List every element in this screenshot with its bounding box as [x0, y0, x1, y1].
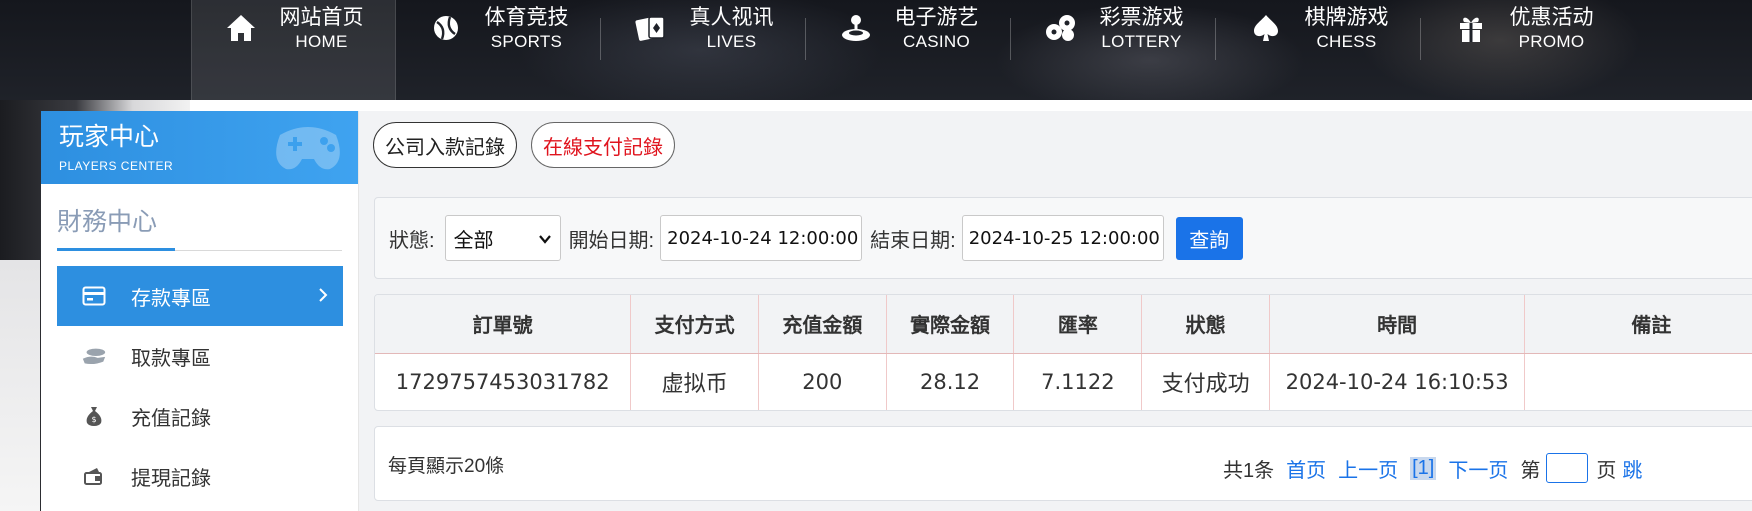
main-content: 公司入款記錄 在線支付記錄 狀態: 全部 開始日期: 2024-10-24 12… — [359, 111, 1752, 511]
cell-recharge-amount: 200 — [758, 353, 887, 410]
nav-chess-sublabel: CHESS — [1316, 31, 1377, 51]
col-exchange-rate: 匯率 — [1013, 295, 1143, 354]
wallet-icon — [81, 463, 107, 489]
start-date-label: 開始日期: — [568, 229, 655, 252]
nav-lives-label: 真人视讯 — [689, 5, 774, 29]
menu-item-withdraw-records-label: 提現記錄 — [131, 467, 211, 490]
chevron-right-icon — [317, 285, 329, 311]
main-nav: 网站首页 HOME 体育竞技 SPORTS 真人视讯 LIVES 电子游艺 CA… — [191, 0, 1626, 100]
nav-sports[interactable]: 体育竞技 SPORTS — [396, 0, 601, 100]
col-order-no: 訂單號 — [375, 295, 632, 354]
home-icon — [224, 11, 258, 45]
coins-icon — [81, 343, 107, 369]
col-status: 狀態 — [1141, 295, 1270, 354]
svg-text:$: $ — [91, 415, 96, 424]
current-page: [1] — [1410, 456, 1437, 480]
total-count: 共1条 — [1223, 459, 1275, 482]
prev-page-link[interactable]: 上一页 — [1338, 454, 1398, 483]
per-page-text: 每頁顯示20條 — [388, 456, 505, 477]
nav-lottery[interactable]: 彩票游戏 LOTTERY — [1011, 0, 1216, 100]
joystick-icon — [839, 11, 873, 45]
menu-item-withdraw-records[interactable]: 提現記錄 — [57, 446, 343, 506]
cell-exchange-rate: 7.1122 — [1013, 353, 1143, 410]
end-date-label: 結束日期: — [870, 229, 956, 252]
nav-home[interactable]: 网站首页 HOME — [191, 0, 396, 100]
finance-center-title: 財務中心 — [57, 202, 342, 251]
menu-item-recharge-records[interactable]: $ 充值記錄 — [57, 386, 343, 446]
money-bag-icon: $ — [81, 403, 107, 429]
cell-payment-method: 虚拟币 — [630, 353, 759, 410]
status-label: 狀態: — [389, 229, 435, 252]
nav-promo-sublabel: PROMO — [1518, 31, 1585, 51]
nav-lottery-sublabel: LOTTERY — [1101, 31, 1182, 51]
cell-time: 2024-10-24 16:10:53 — [1269, 353, 1526, 410]
status-select[interactable]: 全部 — [444, 215, 561, 261]
nav-sports-sublabel: SPORTS — [490, 31, 563, 51]
nav-chess-label: 棋牌游戏 — [1304, 5, 1389, 29]
pagination-bar: 每頁顯示20條 共1条 首页 上一页 [1] 下一页 第 页 跳 — [374, 426, 1752, 501]
lottery-balls-icon — [1044, 11, 1078, 45]
nav-promo[interactable]: 优惠活动 PROMO — [1421, 0, 1626, 100]
nav-lives-sublabel: LIVES — [706, 31, 757, 51]
tab-online-payment-records[interactable]: 在線支付記錄 — [531, 122, 675, 168]
page-number-input[interactable] — [1546, 453, 1589, 483]
finance-menu: 存款專區 取款專區 $ 充值記錄 提現記錄 — [41, 266, 358, 506]
col-payment-method: 支付方式 — [630, 295, 759, 354]
cell-actual-amount: 28.12 — [886, 353, 1015, 410]
nav-chess[interactable]: 棋牌游戏 CHESS — [1216, 0, 1421, 100]
nav-home-label: 网站首页 — [279, 5, 364, 29]
status-select-value: 全部 — [453, 229, 494, 252]
gift-icon — [1454, 11, 1488, 45]
nav-casino[interactable]: 电子游艺 CASINO — [806, 0, 1011, 100]
menu-item-withdraw[interactable]: 取款專區 — [57, 326, 343, 386]
nav-casino-label: 电子游艺 — [894, 5, 979, 29]
nav-lottery-label: 彩票游戏 — [1099, 5, 1184, 29]
table-header-row: 訂單號 支付方式 充值金額 實際金額 匯率 狀態 時間 備註 — [375, 295, 1752, 354]
menu-item-withdraw-label: 取款專區 — [131, 347, 211, 370]
background-left-lower — [0, 260, 40, 511]
next-page-link[interactable]: 下一页 — [1448, 454, 1508, 483]
query-button[interactable]: 查詢 — [1175, 216, 1243, 260]
end-date-input[interactable]: 2024-10-25 12:00:00 — [961, 215, 1164, 261]
first-page-link[interactable]: 首页 — [1286, 454, 1326, 483]
filter-bar: 狀態: 全部 開始日期: 2024-10-24 12:00:00 結束日期: 2… — [374, 197, 1752, 279]
menu-item-deposit[interactable]: 存款專區 — [57, 266, 343, 326]
goto-suffix: 页 — [1596, 459, 1617, 482]
spade-icon — [1249, 11, 1283, 45]
cell-status: 支付成功 — [1141, 353, 1270, 410]
nav-casino-sublabel: CASINO — [903, 31, 970, 51]
records-table-container: 訂單號 支付方式 充值金額 實際金額 匯率 狀態 時間 備註 172975745… — [374, 294, 1752, 411]
cell-remark — [1524, 353, 1752, 410]
records-table: 訂單號 支付方式 充值金額 實際金額 匯率 狀態 時間 備註 172975745… — [375, 295, 1752, 410]
table-row: 1729757453031782 虚拟币 200 28.12 7.1122 支付… — [375, 353, 1752, 410]
players-center-sidebar: 玩家中心 PLAYERS CENTER 財務中心 存款專區 取款專區 $ 充值記… — [41, 111, 359, 511]
pagination: 共1条 首页 上一页 [1] 下一页 第 页 跳 — [1223, 453, 1654, 483]
col-time: 時間 — [1269, 295, 1526, 354]
cards-icon — [634, 11, 668, 45]
menu-item-deposit-label: 存款專區 — [131, 287, 211, 310]
nav-home-sublabel: HOME — [295, 31, 348, 51]
nav-sports-label: 体育竞技 — [484, 5, 569, 29]
chevron-down-icon — [538, 230, 552, 253]
nav-lives[interactable]: 真人视讯 LIVES — [601, 0, 806, 100]
record-tabs: 公司入款記錄 在線支付記錄 — [373, 122, 689, 168]
tab-company-deposit-records[interactable]: 公司入款記錄 — [373, 122, 517, 168]
jump-button[interactable]: 跳 — [1622, 454, 1642, 483]
players-center-header: 玩家中心 PLAYERS CENTER — [41, 111, 358, 184]
start-date-input[interactable]: 2024-10-24 12:00:00 — [660, 215, 863, 261]
menu-item-recharge-records-label: 充值記錄 — [131, 407, 211, 430]
col-recharge-amount: 充值金額 — [758, 295, 887, 354]
col-actual-amount: 實際金額 — [886, 295, 1015, 354]
gamepad-icon — [268, 115, 348, 184]
cell-order-no: 1729757453031782 — [375, 353, 632, 410]
ball-icon — [429, 11, 463, 45]
card-icon — [81, 283, 107, 309]
nav-promo-label: 优惠活动 — [1509, 5, 1594, 29]
goto-prefix: 第 — [1520, 459, 1541, 482]
col-remark: 備註 — [1524, 295, 1752, 354]
